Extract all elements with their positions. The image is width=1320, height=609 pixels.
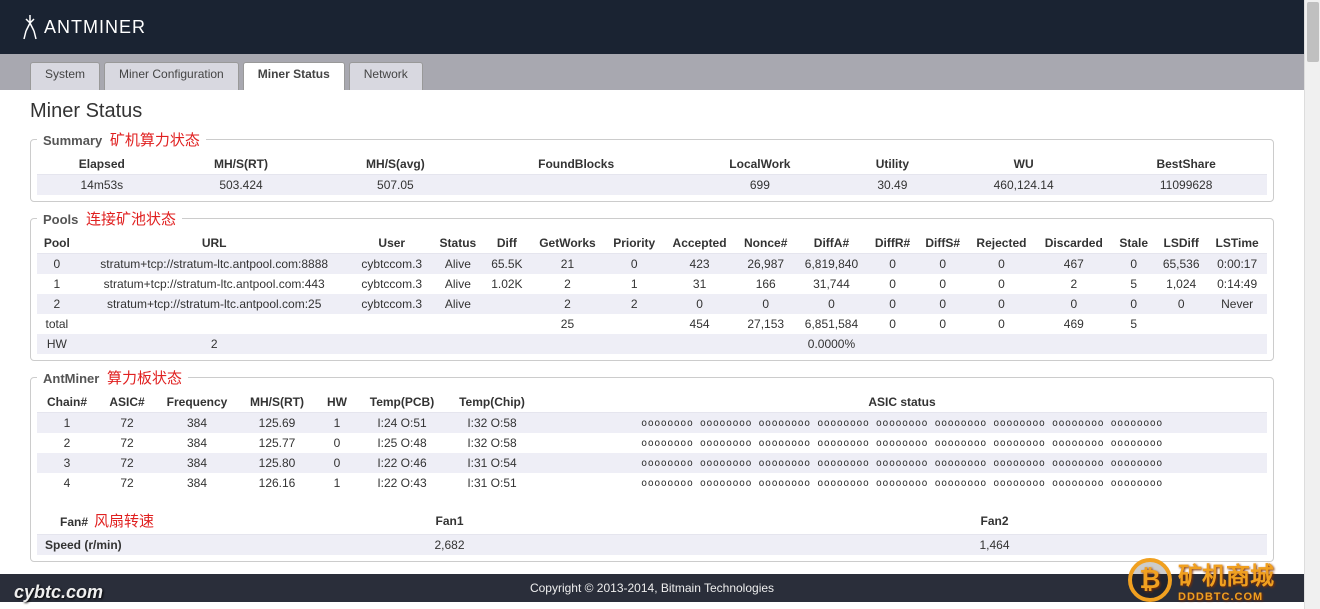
table-row: 2stratum+tcp://stratum-ltc.antpool.com:2…	[37, 294, 1267, 314]
antminer-section: AntMiner 算力板状态 Chain# ASIC# Frequency MH…	[30, 367, 1274, 562]
tab-system[interactable]: System	[30, 62, 100, 90]
tab-miner-status[interactable]: Miner Status	[243, 62, 345, 90]
bitcoin-icon: ₿	[1128, 558, 1172, 602]
app-header: ANTMINER	[0, 0, 1304, 54]
antminer-table: Chain# ASIC# Frequency MH/S(RT) HW Temp(…	[37, 392, 1267, 493]
ant-icon	[20, 13, 40, 41]
pools-annotation: 连接矿池状态	[86, 211, 176, 228]
summary-table: Elapsed MH/S(RT) MH/S(avg) FoundBlocks L…	[37, 154, 1267, 195]
brand-text: ANTMINER	[44, 17, 146, 38]
summary-section: Summary 矿机算力状态 Elapsed MH/S(RT) MH/S(avg…	[30, 129, 1274, 202]
table-header-row: Fan#风扇转速 Fan1 Fan2	[37, 507, 1267, 535]
page-content: Miner Status Summary 矿机算力状态 Elapsed MH/S…	[0, 90, 1304, 574]
table-row: 172384125.691I:24 O:51I:32 O:58oooooooo …	[37, 413, 1267, 434]
copyright-text: Copyright © 2013-2014, Bitmain Technolog…	[530, 581, 774, 595]
table-row: 14m53s 503.424 507.05 699 30.49 460,124.…	[37, 175, 1267, 196]
tab-miner-configuration[interactable]: Miner Configuration	[104, 62, 239, 90]
fan-annotation: 风扇转速	[94, 513, 154, 530]
table-row: 372384125.800I:22 O:46I:31 O:54oooooooo …	[37, 453, 1267, 473]
fan-table: Fan#风扇转速 Fan1 Fan2 Speed (r/min) 2,682 1…	[37, 507, 1267, 555]
antminer-annotation: 算力板状态	[107, 370, 182, 387]
table-row: 0stratum+tcp://stratum-ltc.antpool.com:8…	[37, 254, 1267, 275]
table-row: HW20.0000%	[37, 334, 1267, 354]
watermark-bottom-right: ₿ 矿机商城 DDDBTC.COM	[1128, 556, 1274, 603]
summary-annotation: 矿机算力状态	[110, 132, 200, 149]
table-row: total2545427,1536,851,5840004695	[37, 314, 1267, 334]
pools-table: PoolURLUserStatusDiffGetWorksPriorityAcc…	[37, 233, 1267, 354]
pools-section: Pools 连接矿池状态 PoolURLUserStatusDiffGetWor…	[30, 208, 1274, 361]
table-header-row: Elapsed MH/S(RT) MH/S(avg) FoundBlocks L…	[37, 154, 1267, 175]
pools-legend: Pools 连接矿池状态	[37, 208, 182, 229]
vertical-scrollbar[interactable]	[1304, 0, 1320, 609]
antminer-legend: AntMiner 算力板状态	[37, 367, 188, 388]
page-title: Miner Status	[30, 100, 1274, 123]
scrollbar-thumb[interactable]	[1307, 2, 1319, 62]
table-row: Speed (r/min) 2,682 1,464	[37, 535, 1267, 556]
table-row: 472384126.161I:22 O:43I:31 O:51oooooooo …	[37, 473, 1267, 493]
watermark-bottom-left: cybtc.com	[14, 582, 103, 603]
summary-legend: Summary 矿机算力状态	[37, 129, 206, 150]
table-row: 1stratum+tcp://stratum-ltc.antpool.com:4…	[37, 274, 1267, 294]
footer: Copyright © 2013-2014, Bitmain Technolog…	[0, 574, 1304, 602]
tab-network[interactable]: Network	[349, 62, 423, 90]
table-row: 272384125.770I:25 O:48I:32 O:58oooooooo …	[37, 433, 1267, 453]
table-header-row: PoolURLUserStatusDiffGetWorksPriorityAcc…	[37, 233, 1267, 254]
tab-bar: System Miner Configuration Miner Status …	[0, 54, 1304, 90]
table-header-row: Chain# ASIC# Frequency MH/S(RT) HW Temp(…	[37, 392, 1267, 413]
brand-logo: ANTMINER	[20, 13, 146, 41]
